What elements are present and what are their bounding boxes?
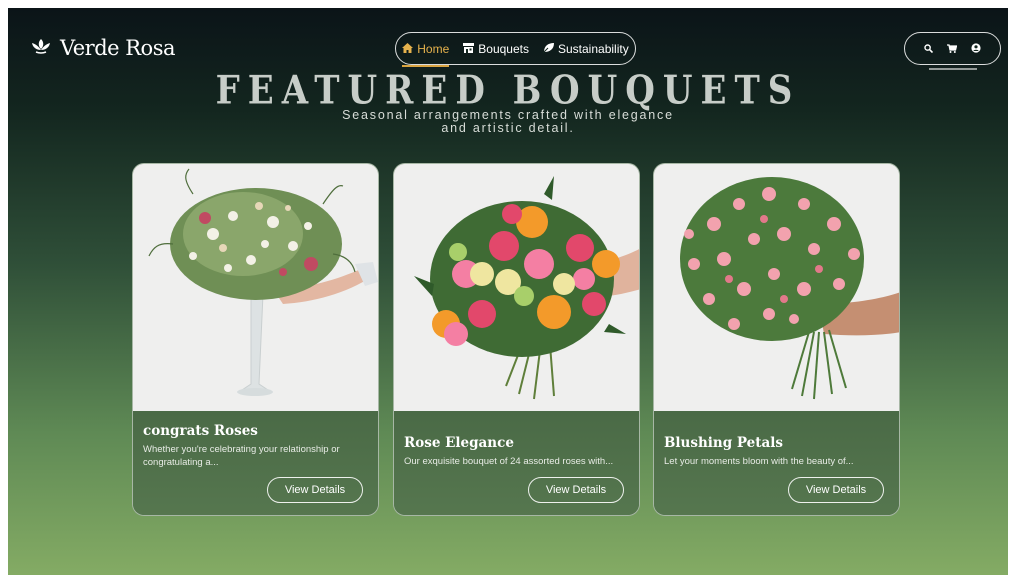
bouquet-image [394,164,639,411]
card-description: Whether you're celebrating your relation… [143,444,340,468]
brand-logo[interactable]: Verde Rosa [30,36,176,60]
search-icon[interactable] [924,40,934,58]
bouquet-image [654,164,899,411]
lotus-icon [30,37,52,60]
nav-sustainability[interactable]: Sustainability [542,41,629,56]
page-subtitle: Seasonal arrangements crafted with elega… [342,108,674,135]
page-frame: Verde Rosa Home Bouquets Sustainability [8,8,1008,575]
cart-icon[interactable] [947,40,958,58]
nav-bouquets-label: Bouquets [478,41,529,56]
card-description: Let your moments bloom with the beauty o… [664,456,854,467]
card-body: congrats Roses Whether you're celebratin… [133,411,378,515]
view-details-button[interactable]: View Details [788,477,884,503]
card-body: Rose Elegance Our exquisite bouquet of 2… [394,411,639,515]
card-body: Blushing Petals Let your moments bloom w… [654,411,899,515]
card-title: congrats Roses [143,423,258,439]
nav-home[interactable]: Home [402,41,450,67]
card-title: Blushing Petals [664,435,783,451]
bouquet-card[interactable]: Rose Elegance Our exquisite bouquet of 2… [393,163,640,516]
card-title: Rose Elegance [404,435,514,451]
view-details-button[interactable]: View Details [528,477,624,503]
bouquet-image [133,164,378,411]
main-nav: Home Bouquets Sustainability [395,32,636,67]
nav-home-label: Home [417,41,450,56]
leaf-icon [542,42,554,56]
bouquet-card[interactable]: Blushing Petals Let your moments bloom w… [653,163,900,516]
card-description: Our exquisite bouquet of 24 assorted ros… [404,456,614,467]
nav-bouquets[interactable]: Bouquets [463,42,529,56]
header-actions [904,32,1001,65]
brand-name: Verde Rosa [60,36,176,60]
nav-sustainability-label: Sustainability [558,41,629,56]
view-details-button[interactable]: View Details [267,477,363,503]
bouquet-card[interactable]: congrats Roses Whether you're celebratin… [132,163,379,516]
home-icon [402,42,414,56]
user-icon[interactable] [971,40,981,58]
store-icon [463,42,475,56]
